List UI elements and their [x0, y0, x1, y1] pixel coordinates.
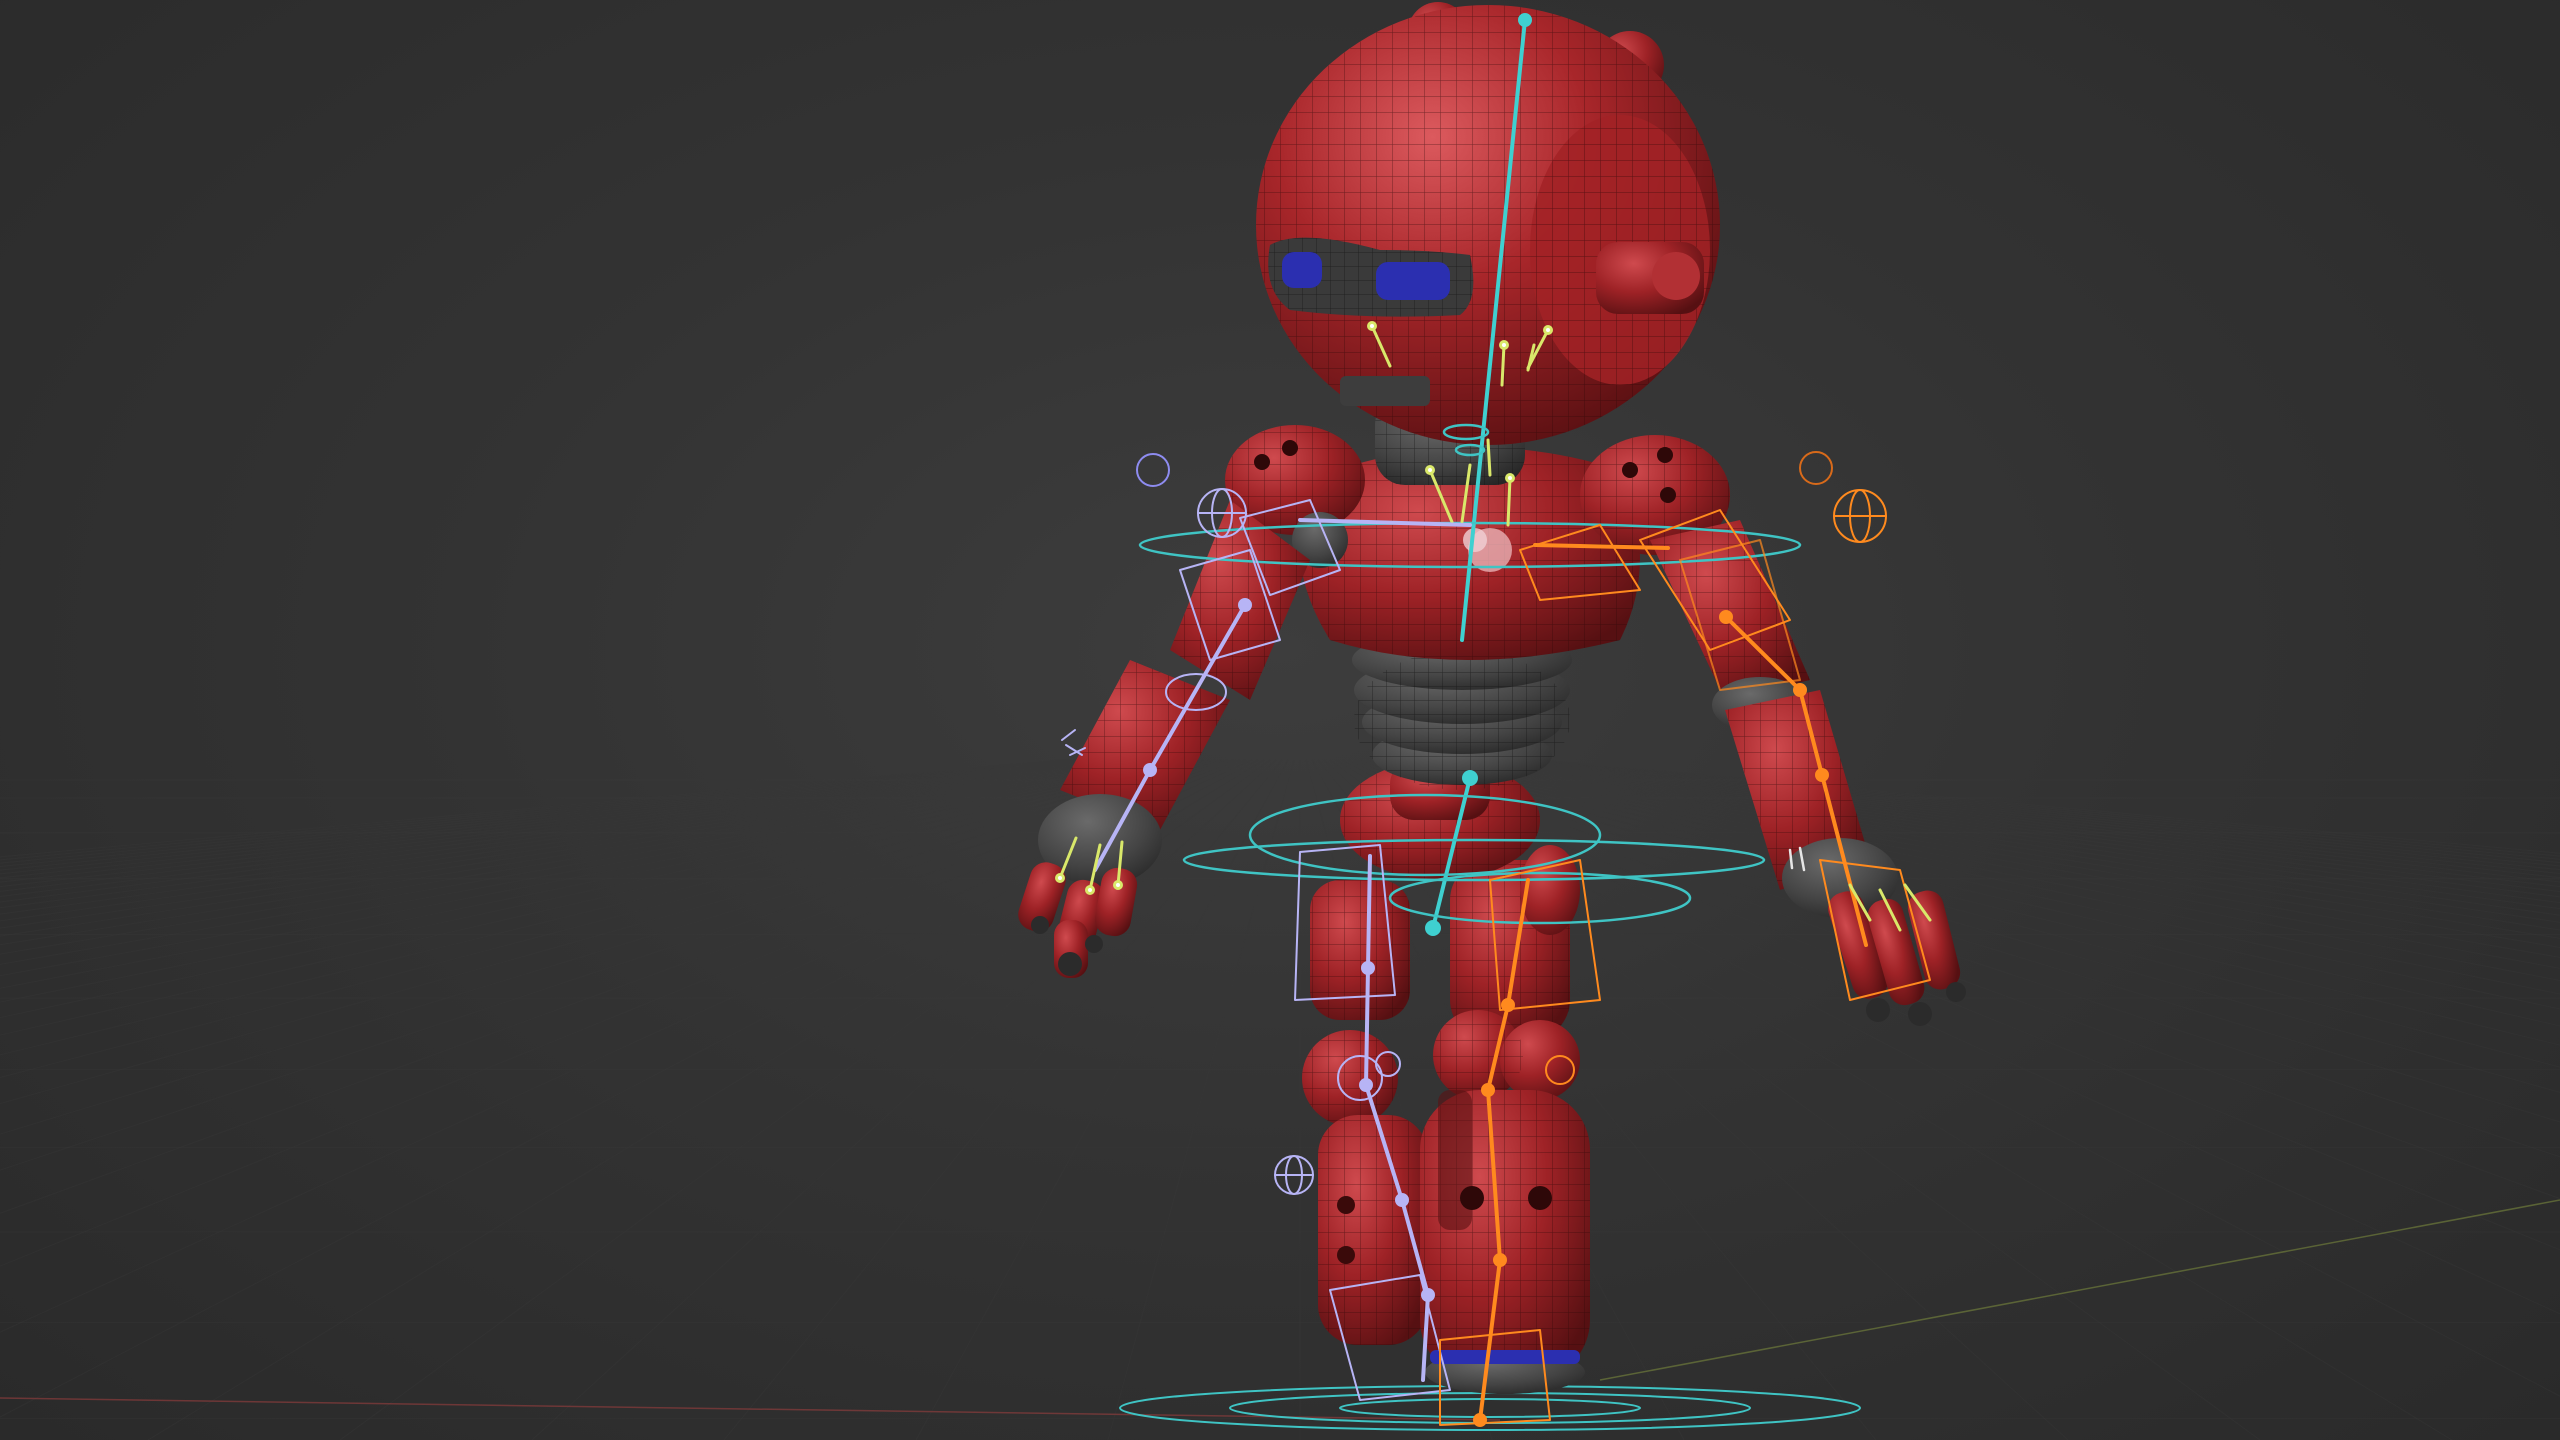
grid-line: [0, 759, 1127, 903]
grid-line: [0, 759, 1151, 929]
grid-line: [1431, 759, 2560, 948]
y-axis-line: [1599, 1199, 2560, 1381]
grid-line: [0, 759, 1067, 861]
grid-line: [1503, 759, 2560, 875]
grid-line: [0, 759, 1175, 965]
grid-line: [0, 759, 1097, 879]
grid-line: [0, 759, 1079, 868]
grid-line: [0, 759, 1073, 864]
grid-line: [0, 759, 1121, 897]
grid-line: [1479, 759, 2560, 893]
left-leg: [1302, 880, 1428, 1345]
right-arm: [1580, 435, 1966, 1026]
right-leg: [1420, 860, 1590, 1394]
grid-line: [1539, 759, 2560, 854]
grid-line: [1521, 759, 2560, 864]
viewport-scene[interactable]: [0, 0, 2560, 1440]
grid-line: [1449, 759, 2560, 923]
grid-line: [0, 759, 1139, 915]
grid-line: [1485, 759, 2560, 888]
grid-line: [0, 759, 1103, 883]
grid-line: [0, 759, 1163, 946]
grid-line: [1443, 759, 2560, 931]
grid-line: [0, 759, 1085, 871]
grid-line: [0, 759, 1145, 922]
grid-line: [723, 759, 1283, 1440]
3d-viewport[interactable]: [0, 0, 2560, 1440]
grid-line: [0, 759, 1157, 937]
grid-line: [1473, 759, 2560, 898]
grid-line: [1455, 759, 2560, 916]
grid-line: [531, 759, 1277, 1440]
grid-line: [1491, 759, 2560, 883]
floor-grid: [0, 759, 2560, 1440]
grid-line: [1497, 759, 2560, 879]
grid-line: [1509, 759, 2560, 871]
grid-line: [0, 759, 1169, 955]
grid-line: [0, 759, 1061, 858]
